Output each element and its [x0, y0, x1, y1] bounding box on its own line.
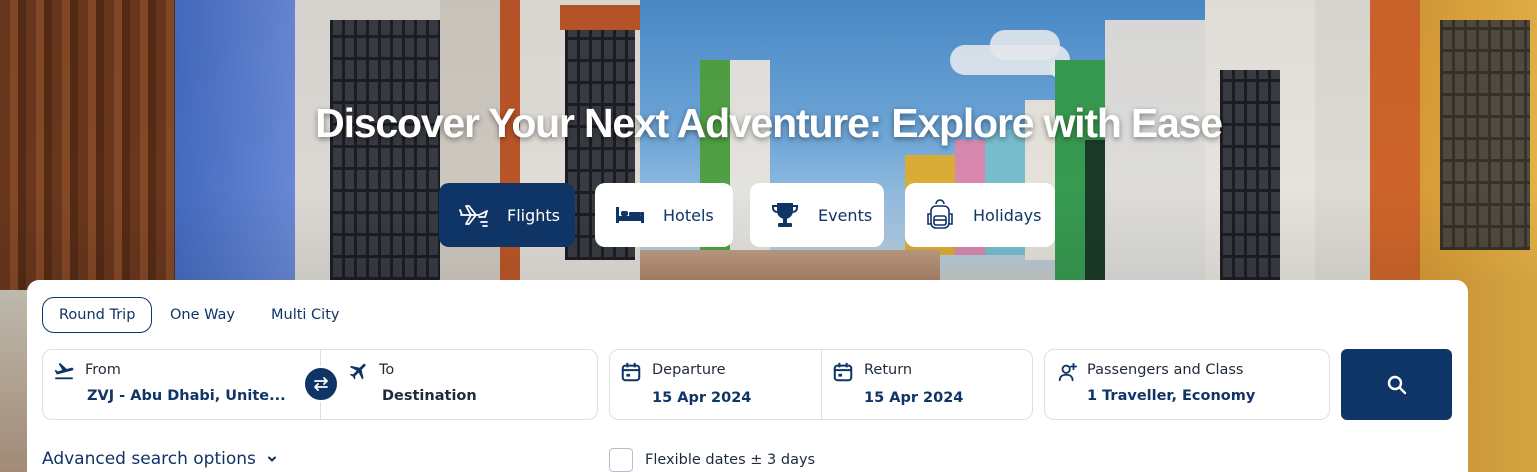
tab-hotels-label: Hotels: [663, 205, 714, 225]
to-value: Destination: [382, 388, 477, 404]
tab-holidays-label: Holidays: [973, 205, 1042, 225]
tab-events[interactable]: Events: [750, 183, 884, 247]
return-value: 15 Apr 2024: [864, 390, 964, 406]
tab-events-label: Events: [818, 205, 873, 225]
to-label: To: [379, 362, 395, 378]
takeoff-icon: [54, 363, 74, 380]
add-person-icon: [1058, 362, 1078, 382]
tab-flights-label: Flights: [507, 205, 560, 225]
flexible-dates-checkbox[interactable]: [609, 448, 633, 472]
from-field[interactable]: From ZVJ - Abu Dhabi, Unite...: [43, 350, 320, 419]
search-button[interactable]: [1341, 349, 1452, 420]
from-label: From: [85, 362, 121, 378]
advanced-search-label: Advanced search options: [42, 449, 256, 469]
from-value: ZVJ - Abu Dhabi, Unite...: [87, 388, 286, 404]
return-field[interactable]: Return 15 Apr 2024: [822, 350, 1032, 419]
flexible-dates-option: Flexible dates ± 3 days: [609, 448, 815, 472]
flexible-dates-label: Flexible dates ± 3 days: [645, 452, 816, 468]
plane-icon: [459, 205, 488, 227]
tab-flights[interactable]: Flights: [439, 183, 575, 247]
landing-icon: [349, 363, 366, 380]
calendar-icon: [833, 362, 853, 382]
advanced-search-toggle[interactable]: Advanced search options: [42, 449, 278, 469]
bed-icon: [616, 207, 644, 223]
departure-label: Departure: [652, 362, 726, 378]
tab-hotels[interactable]: Hotels: [595, 183, 733, 247]
backpack-icon: [927, 199, 953, 229]
passengers-value: 1 Traveller, Economy: [1087, 388, 1256, 404]
departure-field[interactable]: Departure 15 Apr 2024: [610, 350, 821, 419]
tab-holidays[interactable]: Holidays: [905, 183, 1055, 247]
trip-multi-city[interactable]: Multi City: [255, 297, 355, 333]
passengers-label: Passengers and Class: [1087, 362, 1244, 378]
trip-round-trip-label: Round Trip: [59, 307, 136, 323]
trip-one-way-label: One Way: [170, 307, 236, 323]
hero-headline: Discover Your Next Adventure: Explore wi…: [315, 100, 1223, 146]
calendar-icon: [621, 362, 641, 382]
search-icon: [1387, 375, 1406, 394]
passengers-field[interactable]: Passengers and Class 1 Traveller, Econom…: [1044, 349, 1330, 420]
trophy-icon: [772, 203, 798, 227]
departure-value: 15 Apr 2024: [652, 390, 752, 406]
trip-one-way[interactable]: One Way: [154, 297, 251, 333]
return-label: Return: [864, 362, 913, 378]
to-field[interactable]: To Destination: [321, 350, 597, 419]
chevron-down-icon: [267, 456, 276, 462]
trip-multi-city-label: Multi City: [271, 307, 340, 323]
trip-round-trip[interactable]: Round Trip: [42, 297, 153, 333]
